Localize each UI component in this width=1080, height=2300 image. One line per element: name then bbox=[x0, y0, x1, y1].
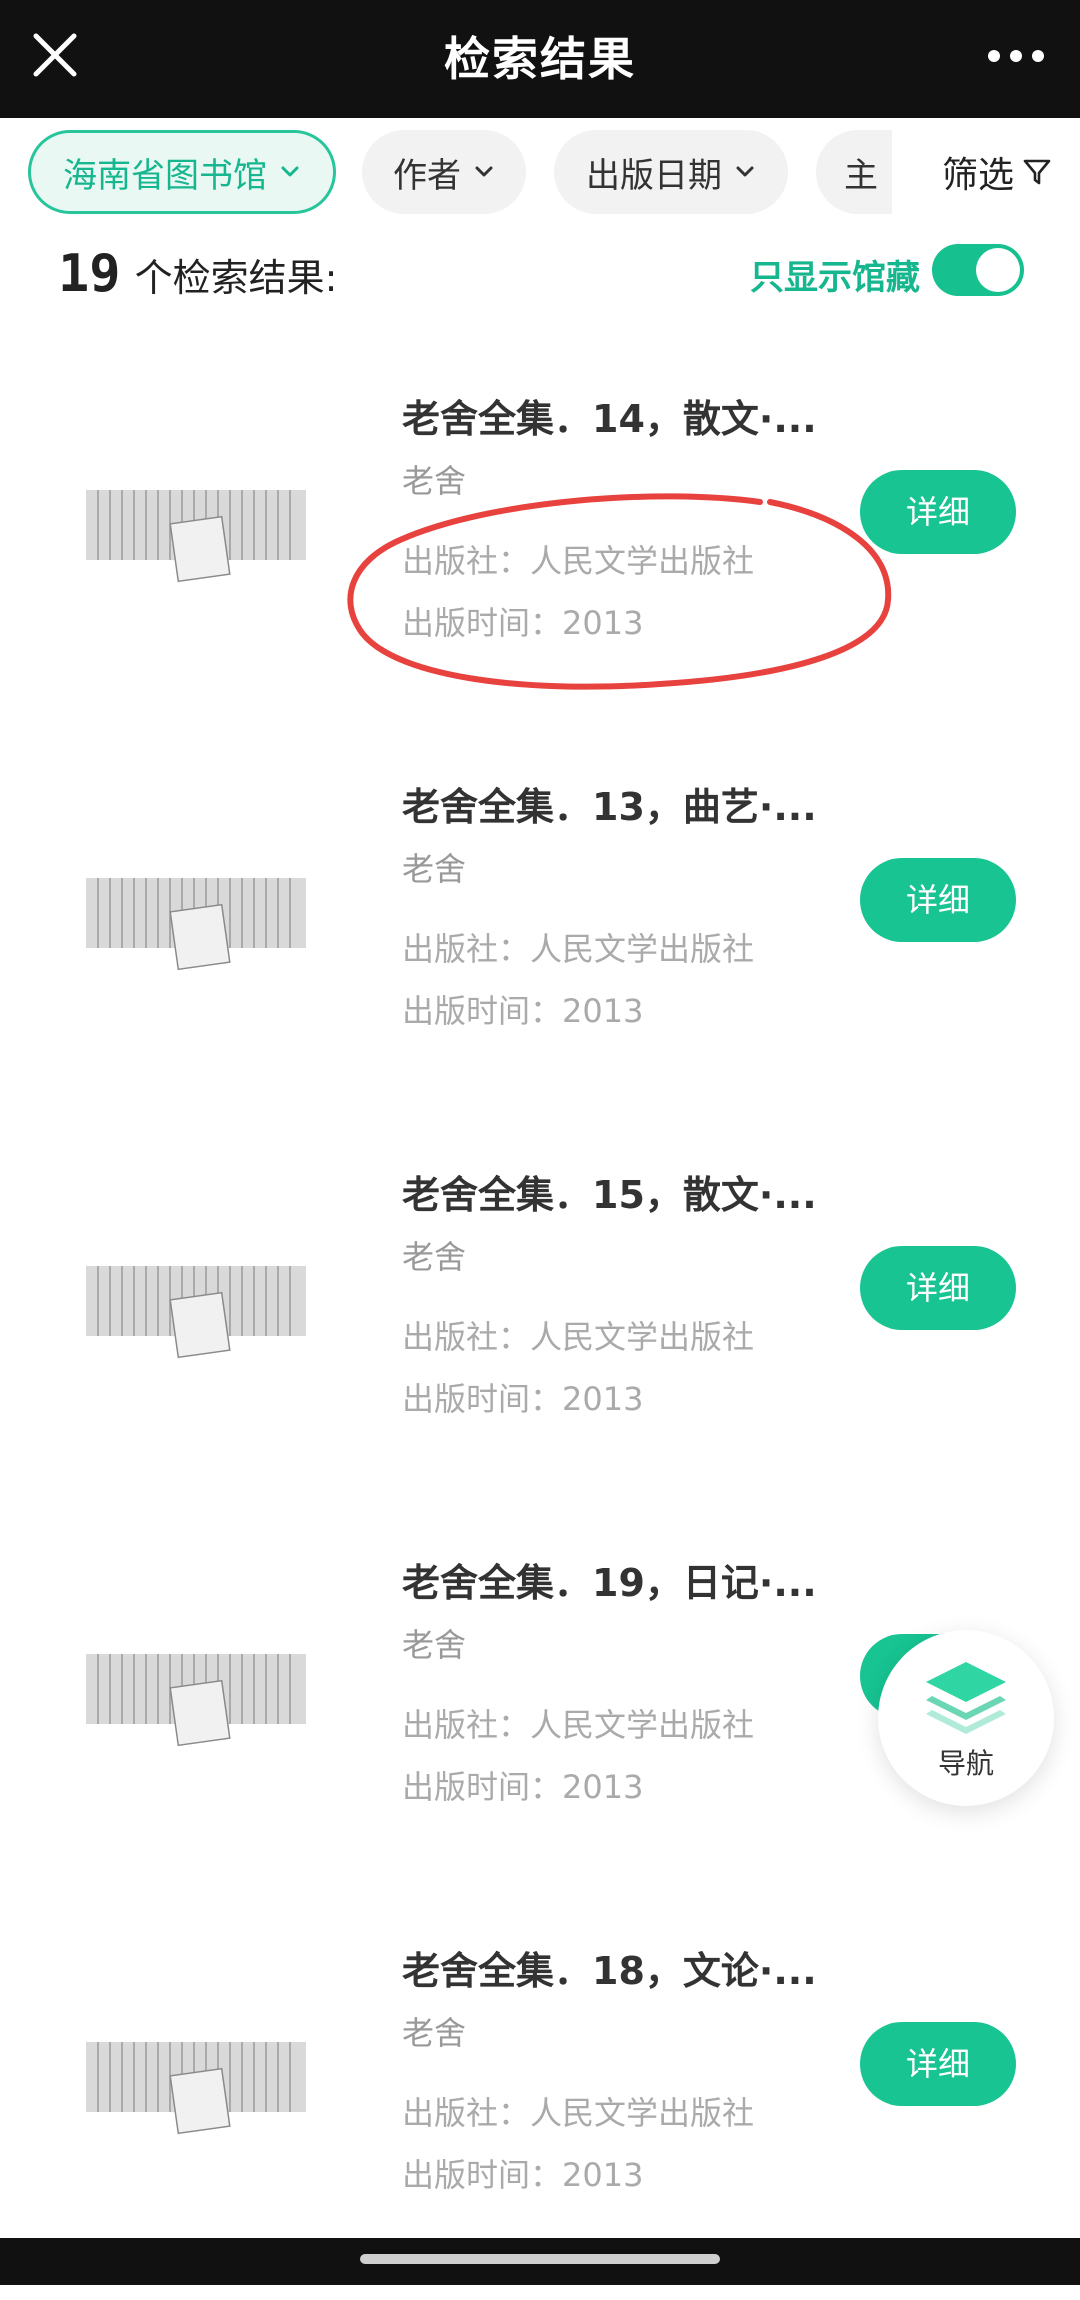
list-item[interactable]: 老舍全集．14，散文·... 老舍 出版社：人民文学出版社 出版时间：2013 … bbox=[0, 360, 1080, 748]
book-set-thumbnail bbox=[86, 490, 306, 583]
book-author: 老舍 bbox=[402, 1238, 467, 1276]
holdings-only-toggle[interactable] bbox=[932, 244, 1024, 296]
book-author: 老舍 bbox=[402, 462, 467, 500]
nav-label: 导航 bbox=[937, 1747, 994, 1780]
home-indicator[interactable] bbox=[360, 2254, 720, 2264]
book-set-thumbnail bbox=[86, 1654, 306, 1747]
book-pubtime: 出版时间：2013 bbox=[402, 604, 644, 642]
chevron-down-icon bbox=[736, 166, 754, 177]
book-author: 老舍 bbox=[402, 850, 467, 888]
holdings-only-label: 只显示馆藏 bbox=[750, 258, 920, 298]
page-title: 检索结果 bbox=[444, 32, 636, 86]
filter-bar: 海南省图书馆 作者 出版日期 主 筛选 bbox=[0, 118, 1080, 238]
date-filter-label: 出版日期 bbox=[586, 155, 722, 196]
book-publisher: 出版社：人民文学出版社 bbox=[402, 1706, 755, 1744]
book-title[interactable]: 老舍全集．15，散文·... bbox=[402, 1164, 817, 1219]
detail-button[interactable]: 详细 bbox=[860, 1246, 1016, 1330]
book-pubtime: 出版时间：2013 bbox=[402, 1768, 644, 1806]
author-filter-label: 作者 bbox=[393, 155, 461, 196]
chevron-down-icon bbox=[475, 166, 493, 177]
bottom-bar bbox=[0, 2238, 1080, 2285]
detail-button[interactable]: 详细 bbox=[860, 2022, 1016, 2106]
subject-filter-label: 主 bbox=[844, 155, 878, 196]
funnel-icon bbox=[1023, 159, 1051, 185]
date-filter-chip[interactable]: 出版日期 bbox=[554, 130, 788, 214]
chevron-down-icon bbox=[281, 166, 299, 177]
book-pubtime: 出版时间：2013 bbox=[402, 992, 644, 1030]
book-title[interactable]: 老舍全集．13，曲艺·... bbox=[402, 776, 817, 831]
book-set-thumbnail bbox=[86, 878, 306, 971]
book-title[interactable]: 老舍全集．14，散文·... bbox=[402, 388, 817, 443]
book-publisher: 出版社：人民文学出版社 bbox=[402, 930, 755, 968]
layers-icon bbox=[926, 1662, 1006, 1734]
book-publisher: 出版社：人民文学出版社 bbox=[402, 1318, 755, 1356]
book-author: 老舍 bbox=[402, 2014, 467, 2052]
top-bar: 检索结果 bbox=[0, 0, 1080, 118]
book-author: 老舍 bbox=[402, 1626, 467, 1664]
book-set-thumbnail bbox=[86, 2042, 306, 2135]
book-pubtime: 出版时间：2013 bbox=[402, 1380, 644, 1418]
filter-button[interactable]: 筛选 bbox=[892, 130, 1052, 214]
library-filter-chip[interactable]: 海南省图书馆 bbox=[28, 130, 336, 214]
book-publisher: 出版社：人民文学出版社 bbox=[402, 2094, 755, 2132]
toggle-knob bbox=[976, 248, 1020, 292]
book-title[interactable]: 老舍全集．19，日记·... bbox=[402, 1552, 817, 1607]
list-item[interactable]: 老舍全集．15，散文·... 老舍 出版社：人民文学出版社 出版时间：2013 … bbox=[0, 1136, 1080, 1524]
nav-floating-button[interactable]: 导航 bbox=[878, 1630, 1054, 1806]
detail-button[interactable]: 详细 bbox=[860, 470, 1016, 554]
book-pubtime: 出版时间：2013 bbox=[402, 2156, 644, 2194]
more-dots-icon bbox=[988, 50, 1044, 62]
library-filter-label: 海南省图书馆 bbox=[63, 155, 267, 196]
filter-button-label: 筛选 bbox=[941, 155, 1014, 196]
book-set-thumbnail bbox=[86, 1266, 306, 1359]
list-item[interactable]: 老舍全集．13，曲艺·... 老舍 出版社：人民文学出版社 出版时间：2013 … bbox=[0, 748, 1080, 1136]
book-publisher: 出版社：人民文学出版社 bbox=[402, 542, 755, 580]
result-count: 19 个检索结果: bbox=[58, 244, 337, 304]
more-button[interactable] bbox=[986, 36, 1046, 76]
book-title[interactable]: 老舍全集．18，文论·... bbox=[402, 1940, 817, 1995]
result-count-text: 个检索结果: bbox=[134, 256, 338, 300]
result-count-number: 19 bbox=[58, 244, 121, 304]
author-filter-chip[interactable]: 作者 bbox=[362, 130, 526, 214]
detail-button[interactable]: 详细 bbox=[860, 858, 1016, 942]
